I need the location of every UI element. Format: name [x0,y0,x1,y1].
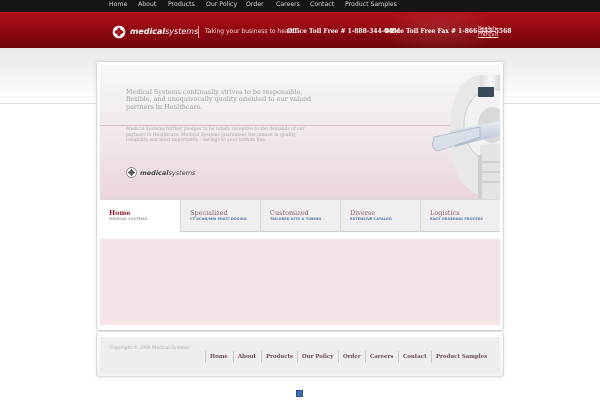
topnav-home[interactable]: Home [109,1,127,8]
topnav-order[interactable]: Order [246,1,264,8]
medical-systems-logo-icon[interactable] [112,25,126,39]
hero-logo-bold: medical [140,169,169,177]
hero-banner: Medical Systems continually strives to b… [100,65,500,199]
footer-nav-separator [261,351,262,363]
tab-title: Specialized [190,209,228,217]
footer-nav-order[interactable]: Order [343,354,361,360]
footer-nav-separator [431,351,432,363]
content-area [100,239,500,325]
topnav-our-policy[interactable]: Our Policy [206,1,237,8]
topnav-products[interactable]: Products [168,1,195,8]
footer-nav-home[interactable]: Home [210,354,228,360]
top-navigation: Home About Products Our Policy Order Car… [0,0,600,12]
badge-icon[interactable] [296,390,303,397]
tab-subtitle: MEDICAL SYSTEMS [109,217,148,221]
logo-rest-text: systems [165,27,199,36]
footer-nav-separator [297,351,298,363]
feature-tabs: Home MEDICAL SYSTEMS Specialized CT SCAN… [100,199,500,232]
tab-subtitle: EASY ORDERING PROCESS [430,217,483,221]
topnav-about[interactable]: About [138,1,156,8]
tab-subtitle: TAILORED KITS & TUBING [270,217,322,221]
hero-logo-icon [126,167,137,178]
copyright-text: Copyright © 2008 Medical Systems [110,346,190,351]
site-header: medicalsystems Taking your business to h… [0,12,600,48]
tab-title: Home [109,209,131,217]
hero-lead-text: Medical Systems continually strives to b… [126,88,312,111]
footer-nav-separator [338,351,339,363]
hero-sub-text: Medical Systems further pledges to be to… [126,127,305,144]
logo-bold-text: medical [130,27,166,36]
footer-nav-careers[interactable]: Careers [370,354,393,360]
tab-title: Logistics [430,209,460,217]
footer-nav-products[interactable]: Products [266,354,293,360]
tab-subtitle: EXTENSIVE CATALOG [350,217,392,221]
footer-nav-separator [205,351,206,363]
footer-nav-separator [398,351,399,363]
footer-nav-contact[interactable]: Contact [403,354,427,360]
tab-subtitle: CT SCAN/MRI MULTI DOSING [190,217,247,221]
site-logo[interactable]: medicalsystems [130,27,198,36]
topnav-product-samples[interactable]: Product Samples [345,1,397,8]
tab-title: Customized [270,209,309,217]
tab-home[interactable]: Home MEDICAL SYSTEMS [100,200,181,232]
hero-logo-rest: systems [168,169,196,177]
footer-nav-separator [233,351,234,363]
header-divider [198,26,199,38]
tab-title: Diverse [350,209,376,217]
footer-nav-product-samples[interactable]: Product Samples [436,354,487,360]
footer-nav-our-policy[interactable]: Our Policy [302,354,333,360]
tagline: Taking your business to heart [205,28,294,35]
hero-logo: medicalsystems [140,169,195,177]
tab-logistics[interactable]: Logistics EASY ORDERING PROCESS [421,200,500,232]
language-french-link[interactable]: Français [478,32,499,38]
tab-specialized[interactable]: Specialized CT SCAN/MRI MULTI DOSING [181,200,261,232]
topnav-contact[interactable]: Contact [310,1,334,8]
tab-diverse[interactable]: Diverse EXTENSIVE CATALOG [341,200,421,232]
footer-nav-separator [365,351,366,363]
tab-customized[interactable]: Customized TAILORED KITS & TUBING [261,200,341,232]
ct-scanner-image [432,75,500,199]
topnav-careers[interactable]: Careers [276,1,300,8]
footer-nav-about[interactable]: About [238,354,256,360]
